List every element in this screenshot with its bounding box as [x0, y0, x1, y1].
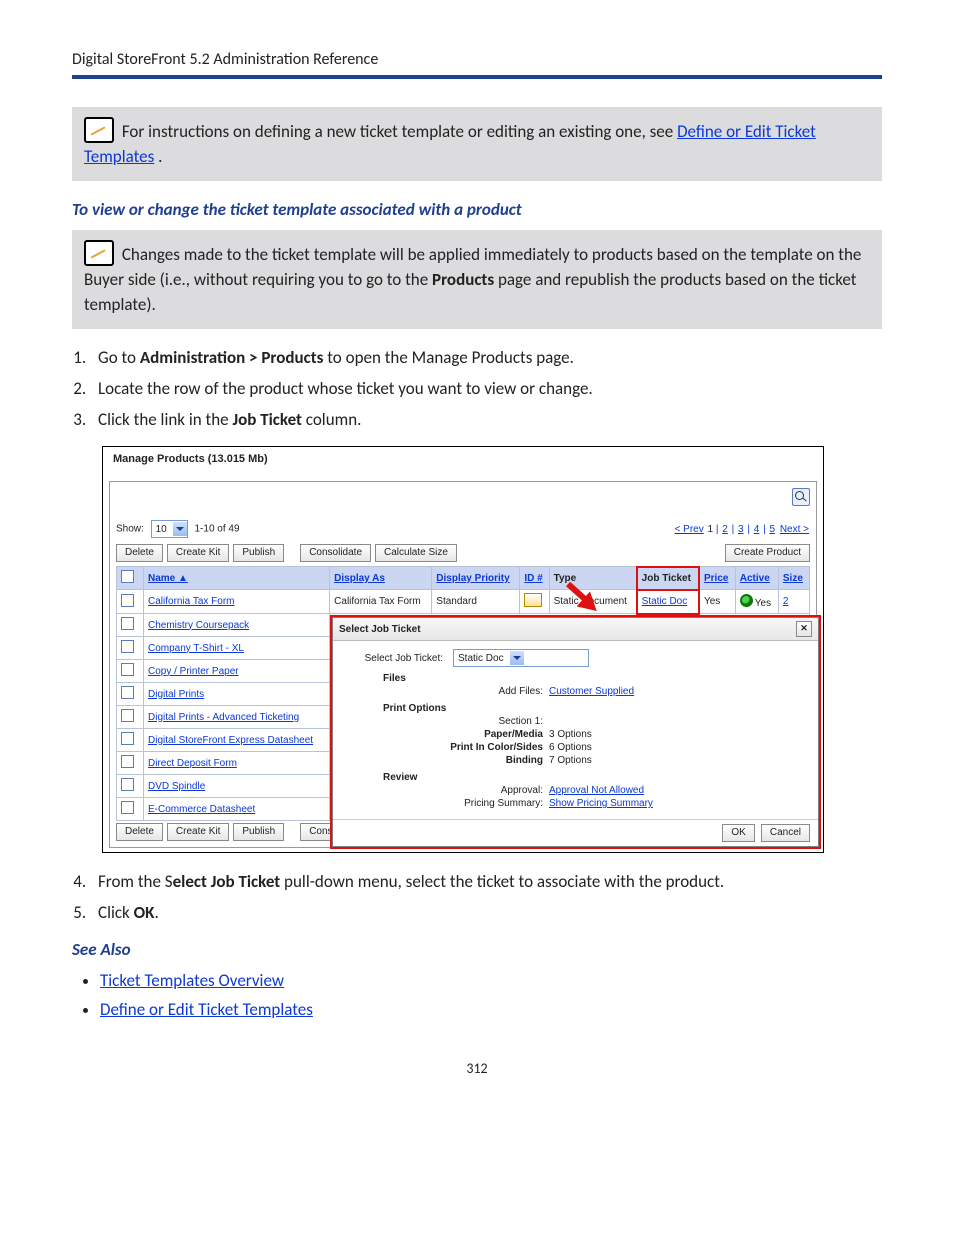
search-icon[interactable]: [792, 488, 810, 506]
show-select[interactable]: 10: [151, 520, 188, 538]
col-display-priority[interactable]: Display Priority: [432, 567, 520, 590]
job-ticket-select[interactable]: Static Doc: [453, 649, 589, 667]
col-job-ticket: Job Ticket: [637, 567, 699, 590]
note-changes: Changes made to the ticket template will…: [72, 230, 882, 329]
pencil-note-icon: [84, 117, 114, 143]
pager-prev[interactable]: < Prev: [675, 524, 704, 535]
see-also-list: Ticket Templates Overview Define or Edit…: [100, 970, 882, 1020]
step-5: Click OK.: [90, 902, 882, 923]
create-product-button[interactable]: Create Product: [725, 544, 810, 562]
print-options-heading: Print Options: [383, 703, 808, 714]
pencil-note-icon: [84, 240, 114, 266]
page-number: 312: [72, 1060, 882, 1077]
manage-products-screenshot: Manage Products (13.015 Mb) Show: 10 1-1…: [102, 446, 824, 853]
col-type: Type: [549, 567, 637, 590]
chevron-down-icon: [510, 651, 524, 665]
customer-supplied-link[interactable]: Customer Supplied: [549, 686, 634, 697]
popup-title: Select Job Ticket: [339, 624, 421, 635]
calc-size-button[interactable]: Calculate Size: [375, 544, 457, 562]
step-1: Go to Administration > Products to open …: [90, 347, 882, 368]
id-icon[interactable]: [524, 593, 542, 607]
select-job-ticket-popup: Select Job Ticket ✕ Select Job Ticket: S…: [332, 617, 819, 847]
review-heading: Review: [383, 772, 808, 783]
step-2: Locate the row of the product whose tick…: [90, 378, 882, 399]
toolbar-top: Delete Create Kit Publish Consolidate Ca…: [116, 544, 810, 562]
chevron-down-icon: [173, 522, 187, 536]
col-id[interactable]: ID #: [520, 567, 549, 590]
active-indicator-icon: [740, 594, 753, 607]
cancel-button[interactable]: Cancel: [761, 824, 810, 842]
pager-next[interactable]: Next >: [780, 524, 809, 535]
close-icon[interactable]: ✕: [796, 621, 812, 637]
note-define-edit: For instructions on defining a new ticke…: [72, 107, 882, 181]
steps-list: Go to Administration > Products to open …: [90, 347, 882, 430]
steps-list-cont: From the Select Job Ticket pull-down men…: [90, 871, 882, 923]
select-all-checkbox[interactable]: [121, 570, 134, 583]
show-range: 1-10 of 49: [194, 524, 239, 535]
step-3: Click the link in the Job Ticket column.: [90, 409, 882, 430]
col-display-as[interactable]: Display As: [330, 567, 432, 590]
col-price[interactable]: Price: [699, 567, 735, 590]
section-heading: To view or change the ticket template as…: [72, 199, 882, 220]
delete-button[interactable]: Delete: [116, 544, 163, 562]
col-active[interactable]: Active: [735, 567, 778, 590]
see-also-link[interactable]: Define or Edit Ticket Templates: [100, 999, 313, 1020]
col-name[interactable]: Name ▲: [144, 567, 330, 590]
create-kit-button[interactable]: Create Kit: [167, 544, 229, 562]
ok-button[interactable]: OK: [722, 824, 754, 842]
product-link[interactable]: California Tax Form: [148, 596, 235, 607]
doc-header: Digital StoreFront 5.2 Administration Re…: [72, 50, 882, 79]
note-text: For instructions on defining a new ticke…: [122, 121, 677, 142]
col-size[interactable]: Size: [778, 567, 809, 590]
select-job-ticket-label: Select Job Ticket:: [343, 653, 449, 664]
job-ticket-link[interactable]: Static Doc: [642, 596, 688, 607]
see-also-heading: See Also: [72, 939, 882, 960]
row-checkbox[interactable]: [121, 594, 134, 607]
step-4: From the Select Job Ticket pull-down men…: [90, 871, 882, 892]
publish-button[interactable]: Publish: [233, 544, 284, 562]
show-label: Show:: [116, 524, 144, 535]
see-also-link[interactable]: Ticket Templates Overview: [100, 970, 284, 991]
table-row: California Tax Form California Tax Form …: [117, 590, 810, 614]
pager: < Prev 1 | 2 | 3 | 4 | 5 Next >: [674, 524, 810, 535]
files-heading: Files: [383, 673, 808, 684]
consolidate-button[interactable]: Consolidate: [300, 544, 371, 562]
manage-products-title: Manage Products (13.015 Mb): [103, 447, 823, 469]
